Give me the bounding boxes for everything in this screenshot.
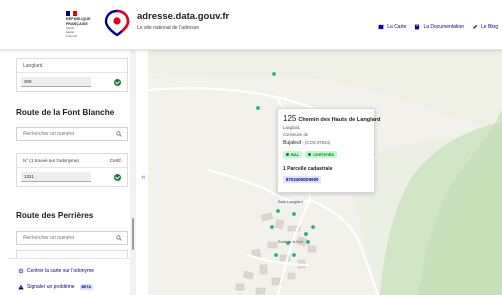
popup-commune-name[interactable]: Bujaleuf xyxy=(283,140,301,146)
popup-lieu-dit: Langlard, xyxy=(283,125,301,130)
header-nav: La Carte La Documentation Le Blog xyxy=(378,24,498,30)
numbers-count-label: N° (1 trouvé sur l’odonyme) xyxy=(23,158,79,163)
nav-blog-link[interactable]: Le Blog xyxy=(472,24,498,30)
certified-check-icon xyxy=(114,173,121,181)
search-icon[interactable] xyxy=(116,131,122,137)
beta-badge: BETA xyxy=(79,284,94,290)
address-popup[interactable]: 125 Chemin des Hauts de Langlard Langlard… xyxy=(277,108,380,193)
number-row[interactable]: 309 xyxy=(17,73,127,91)
scrollbar-thumb[interactable] xyxy=(132,218,134,250)
collapse-sidebar-button[interactable]: « xyxy=(139,170,148,184)
number-value: 309 xyxy=(21,77,91,87)
map-icon xyxy=(378,24,384,30)
gov-line-2: FRANÇAISE xyxy=(66,22,88,26)
parcel-id-chip[interactable]: 87024000D0600 xyxy=(283,176,322,183)
check-icon xyxy=(308,153,312,156)
center-map-label: Centrer la carte sur l’odonyme xyxy=(27,268,94,274)
search-icon[interactable] xyxy=(116,235,122,241)
certif-column-label: Certif. xyxy=(109,158,122,163)
report-problem-button[interactable]: Signaler un problème BETA xyxy=(18,284,94,290)
nav-carte-label: La Carte xyxy=(387,24,407,30)
nav-blog-label: Le Blog xyxy=(481,24,498,30)
search-field-perrieres[interactable] xyxy=(16,231,128,245)
site-header: RÉPUBLIQUE FRANÇAISE Liberté Égalité Fra… xyxy=(0,0,502,50)
popup-number: 125 xyxy=(283,114,297,123)
popup-street[interactable]: Chemin des Hauts de Langlard xyxy=(298,117,380,123)
popup-commune-row: Bujaleuf - (COG 87024) xyxy=(283,140,330,146)
bal-badge: BAL xyxy=(283,151,303,158)
numbers-list-header: N° (1 trouvé sur l’odonyme) Certif. xyxy=(17,154,127,168)
popup-title: 125 Chemin des Hauts de Langlard xyxy=(283,114,380,123)
gov-line-1: RÉPUBLIQUE xyxy=(66,17,91,21)
gov-motto-3: Fraternité xyxy=(66,35,78,38)
nav-documentation-label: La Documentation xyxy=(423,24,465,30)
center-map-button[interactable]: Centrer la carte sur l’odonyme xyxy=(18,268,94,274)
sidebar-actions: Centrer la carte sur l’odonyme Signaler … xyxy=(8,258,130,295)
republique-francaise-logo[interactable]: RÉPUBLIQUE FRANÇAISE Liberté Égalité Fra… xyxy=(66,11,96,38)
target-icon xyxy=(18,268,24,274)
top-box-header: Langlard xyxy=(17,59,127,73)
bal-badge-label: BAL xyxy=(291,152,300,157)
numbers-list-perrieres xyxy=(16,250,128,258)
map-label-bois-langlard: Bois-Langlard xyxy=(278,199,303,204)
certified-badge: CERTIFIÉE xyxy=(305,151,338,158)
number-row[interactable]: 1321 xyxy=(17,168,127,186)
gov-motto-2: Égalité xyxy=(66,31,74,34)
certified-check-icon xyxy=(114,78,121,86)
nav-documentation-link[interactable]: La Documentation xyxy=(414,24,464,30)
gov-motto-1: Liberté xyxy=(66,27,74,30)
flag-icon xyxy=(66,11,78,16)
warning-icon xyxy=(18,284,24,290)
adresse-logo-icon[interactable] xyxy=(103,9,131,37)
site-subtitle: Le site national de l’adresse xyxy=(137,25,199,31)
road-title-perrieres: Route des Perrières xyxy=(16,211,94,220)
search-input-perrieres[interactable] xyxy=(23,235,113,241)
site-title[interactable]: adresse.data.gouv.fr xyxy=(137,11,229,22)
nav-carte-link[interactable]: La Carte xyxy=(378,24,406,30)
sidebar-scrollbar[interactable] xyxy=(130,50,136,295)
map-label-route: Route de la Font xyxy=(278,240,304,244)
top-numbers-box: Langlard 309 xyxy=(16,58,128,92)
number-value: 1321 xyxy=(21,172,91,182)
numbers-list-font-blanche: N° (1 trouvé sur l’odonyme) Certif. 1321 xyxy=(16,153,128,187)
road-title-font-blanche: Route de la Font Blanche xyxy=(16,108,115,117)
check-icon xyxy=(286,153,289,156)
popup-badges: BAL CERTIFIÉE xyxy=(283,151,338,158)
search-input-font-blanche[interactable] xyxy=(23,131,113,137)
popup-cog: - (COG 87024) xyxy=(302,140,331,145)
book-icon xyxy=(415,24,420,30)
search-field-font-blanche[interactable] xyxy=(16,127,128,141)
popup-commune-label: Commune de xyxy=(283,132,309,137)
report-problem-label: Signaler un problème xyxy=(27,284,75,290)
pencil-icon xyxy=(473,24,478,29)
certified-badge-label: CERTIFIÉE xyxy=(313,152,335,157)
popup-parcel-title: 1 Parcelle cadastrale xyxy=(283,166,333,172)
